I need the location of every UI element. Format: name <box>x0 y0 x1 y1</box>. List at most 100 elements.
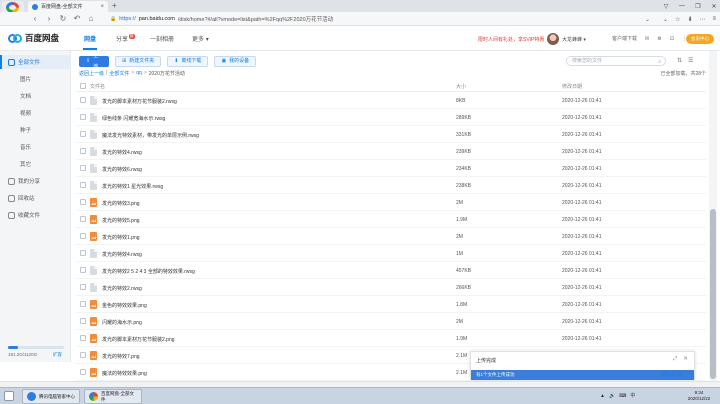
row-checkbox[interactable] <box>80 165 86 171</box>
nav-share[interactable]: 分享新 <box>116 34 135 43</box>
bookmark-star-icon[interactable]: ☆ <box>675 16 680 23</box>
column-size[interactable]: 大小 <box>456 83 466 90</box>
keyboard-icon[interactable]: ⌨ <box>619 393 626 399</box>
column-date[interactable]: 修改日期 <box>562 83 582 90</box>
sidebar-item-torrents[interactable]: 种子 <box>0 123 71 137</box>
tab-close-icon[interactable]: × <box>100 4 104 10</box>
sidebar-item-my-shares[interactable]: 我的分享 <box>0 174 71 188</box>
sort-icon[interactable]: ⇅ <box>677 57 682 64</box>
url-dropdown-icon[interactable]: ⌄ <box>645 16 650 23</box>
taskbar-task-pc-manager[interactable]: 腾讯电脑管家中心 <box>22 389 80 404</box>
refresh-icon[interactable]: ↻ <box>58 14 68 24</box>
back-icon[interactable]: ‹ <box>30 14 40 24</box>
list-view-icon[interactable]: ☰ <box>688 57 693 64</box>
start-button-icon[interactable] <box>4 391 14 401</box>
upload-button[interactable]: ⇪ 上传 <box>79 53 109 70</box>
chevron-down-icon[interactable]: ⌄ <box>663 16 668 23</box>
file-name[interactable]: 发光的特效2.rwsg <box>102 285 142 292</box>
scrollbar-thumb[interactable] <box>710 209 716 379</box>
file-name[interactable]: 金色的特效效果.png <box>102 302 147 309</box>
file-row[interactable]: 发光的特效2 5 2 4 3 全部的特效效果.rwsg 457KB 2020-12-… <box>76 262 706 279</box>
settings-gear-icon[interactable]: ⚙ <box>657 36 661 42</box>
client-download-link[interactable]: 客户端下载 <box>612 35 637 42</box>
tray-expand-icon[interactable]: ▲ <box>600 393 605 399</box>
file-row[interactable]: 发光的特效1 星光效果.rwsg 238KB 2020-12-26 01:41 <box>76 177 706 194</box>
file-name[interactable]: 魔法发光特效素材，带发光的单层示例.rwsg <box>102 132 199 139</box>
sidebar-item-documents[interactable]: 文档 <box>0 89 71 103</box>
file-name[interactable]: 闪耀的海水示.png <box>102 319 142 326</box>
file-row[interactable]: 发光的特效2.rwsg 266KB 2020-12-26 01:41 <box>76 279 706 296</box>
file-row[interactable]: 发光的特效1.png 2M 2020-12-26 01:41 <box>76 228 706 245</box>
taskbar-task-browser[interactable]: 百度网盘-全部文件 <box>84 389 142 404</box>
file-row[interactable]: 发光的脚本素材万花节服装2.rwsg 8KB 2020-12-26 01:41 <box>76 92 706 109</box>
file-name[interactable]: 发光的特效1.png <box>102 234 140 241</box>
nav-netdisk[interactable]: 网盘 <box>82 34 98 50</box>
row-checkbox[interactable] <box>80 284 86 290</box>
avatar[interactable] <box>547 33 559 45</box>
file-row[interactable]: 绿色线条 闪耀宽海水示.rwsg 289KB 2020-12-26 01:41 <box>76 109 706 126</box>
breadcrumb-qq[interactable]: qq <box>136 70 142 77</box>
sidebar-item-favorites[interactable]: 收藏文件 <box>0 208 71 222</box>
address-bar[interactable]: 🔒 https:// pan.baidu.com /disk/home?#/al… <box>110 14 650 24</box>
volume-icon[interactable]: 🔊 <box>609 393 615 399</box>
new-folder-button[interactable]: ⊞ 新建文件夹 <box>115 56 162 67</box>
select-all-checkbox[interactable] <box>80 83 86 89</box>
download-icon[interactable]: ⬇ <box>687 16 692 23</box>
file-row[interactable]: 发光的特效6.rwsg 234KB 2020-12-26 01:41 <box>76 160 706 177</box>
file-name[interactable]: 发光的特效6.rwsg <box>102 166 142 173</box>
sidebar-item-music[interactable]: 音乐 <box>0 140 71 154</box>
vip-center-button[interactable]: 会员中心 <box>686 34 714 44</box>
sidebar-item-all-files[interactable]: 全部文件 <box>0 55 71 69</box>
sidebar-item-other[interactable]: 其它 <box>0 157 71 171</box>
minimize-icon[interactable]: — <box>678 3 686 9</box>
row-checkbox[interactable] <box>80 199 86 205</box>
row-checkbox[interactable] <box>80 335 86 341</box>
file-name[interactable]: 发光的特效2 5 2 4 3 全部的特效效果.rwsg <box>102 268 195 275</box>
undo-icon[interactable]: ↶ <box>72 14 82 24</box>
search-input[interactable]: 搜索您的文件 ⌕ <box>566 56 666 66</box>
home-icon[interactable]: ⌂ <box>86 14 96 24</box>
file-name[interactable]: 发光的特效1 星光效果.rwsg <box>102 183 163 190</box>
breadcrumb-all-files[interactable]: 全部文件 <box>109 70 129 77</box>
row-checkbox[interactable] <box>80 182 86 188</box>
row-checkbox[interactable] <box>80 97 86 103</box>
file-row[interactable]: 发光的特效3.png 2M 2020-12-26 01:41 <box>76 194 706 211</box>
row-checkbox[interactable] <box>80 318 86 324</box>
offline-download-button[interactable]: ⬇ 离线下载 <box>167 56 209 67</box>
file-row[interactable]: 发光的脚本素材万花节服装2.png 1.9M 2020-12-26 01:41 <box>76 330 706 347</box>
expand-storage-link[interactable]: 扩容 <box>53 352 62 358</box>
file-name[interactable]: 发光的特效7.png <box>102 353 140 360</box>
nav-more[interactable]: 更多 ▾ <box>192 34 209 43</box>
file-name[interactable]: 发光的特效3.png <box>102 200 140 207</box>
file-name[interactable]: 发光的特效5.png <box>102 217 140 224</box>
menu-icon[interactable]: ≡ <box>712 16 716 22</box>
sidebar-item-videos[interactable]: 视频 <box>0 106 71 120</box>
system-clock[interactable]: 9:34 2020/12/22 <box>682 390 716 402</box>
row-checkbox[interactable] <box>80 233 86 239</box>
username[interactable]: 大龙蜂蜂 ▾ <box>562 36 586 43</box>
file-row[interactable]: 发光的特效4.rwsg 1M 2020-12-26 01:41 <box>76 245 706 262</box>
new-tab-button[interactable]: + <box>112 0 117 12</box>
close-icon[interactable]: ✕ <box>683 356 688 363</box>
nav-album[interactable]: 一刻相册 <box>150 34 174 43</box>
skin-icon[interactable]: ⊡ <box>670 36 674 42</box>
file-row[interactable]: 发光的特效4.rwsg 239KB 2020-12-26 01:41 <box>76 143 706 160</box>
row-checkbox[interactable] <box>80 369 86 375</box>
ime-indicator[interactable]: 中 <box>630 392 635 399</box>
maximize-icon[interactable]: ❐ <box>694 3 702 10</box>
more-icon[interactable]: ⋯ <box>699 16 705 23</box>
file-row[interactable]: 魔法发光特效素材，带发光的单层示例.rwsg 331KB 2020-12-26 01… <box>76 126 706 143</box>
row-checkbox[interactable] <box>80 250 86 256</box>
search-icon[interactable]: ⌕ <box>658 58 661 66</box>
tab-list-icon[interactable]: ▽ <box>662 3 670 10</box>
forward-icon[interactable]: › <box>44 14 54 24</box>
row-checkbox[interactable] <box>80 216 86 222</box>
file-row[interactable]: 闪耀的海水示.png 2M 2020-12-26 01:41 <box>76 313 706 330</box>
file-name[interactable]: 发光的脚本素材万花节服装2.rwsg <box>102 98 177 105</box>
row-checkbox[interactable] <box>80 301 86 307</box>
column-name[interactable]: 文件名 <box>90 83 105 90</box>
window-close-icon[interactable]: ✕ <box>710 3 718 10</box>
file-name[interactable]: 发光的特效4.rwsg <box>102 149 142 156</box>
file-name[interactable]: 发光的脚本素材万花节服装2.png <box>102 336 175 343</box>
promo-link[interactable]: 限时人间有礼处，享SVIP特惠 <box>478 36 544 43</box>
